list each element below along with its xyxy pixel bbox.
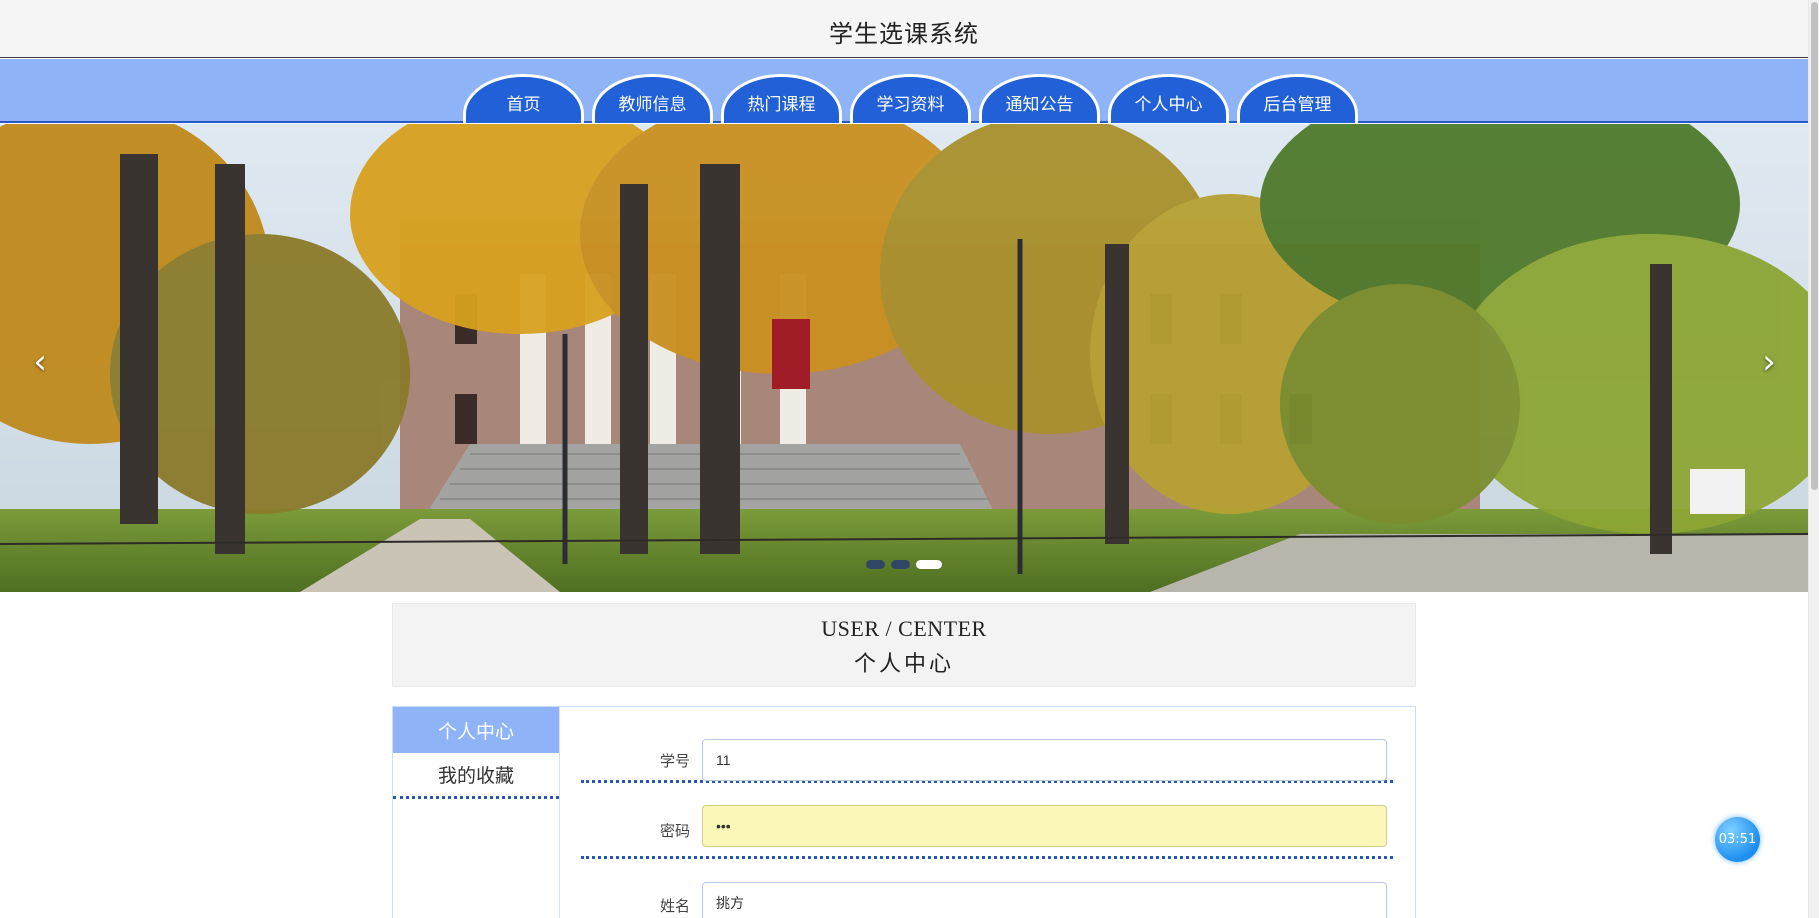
section-title-en: USER / CENTER	[821, 616, 987, 641]
password-input[interactable]	[702, 805, 1387, 847]
page-scrollbar[interactable]	[1808, 0, 1819, 918]
side-menu-item-favorites[interactable]: 我的收藏	[393, 753, 559, 799]
student-id-label: 学号	[659, 752, 690, 770]
side-menu-item-user-center[interactable]: 个人中心	[393, 707, 559, 753]
profile-form: 学号 密码 姓名	[581, 707, 1393, 918]
nav-tab-home[interactable]: 首页	[463, 74, 584, 123]
scrollbar-thumb[interactable]	[1811, 2, 1818, 490]
banner-image	[0, 124, 1808, 592]
section-title-cn: 个人中心	[853, 651, 954, 676]
form-row-student-id: 学号	[581, 707, 1393, 783]
user-center-panel: 个人中心 我的收藏 学号 密码 姓名	[392, 706, 1416, 918]
form-row-name: 姓名	[581, 859, 1393, 918]
timer-badge[interactable]: 03:51	[1715, 817, 1760, 862]
carousel-prev-button[interactable]: ‹	[20, 342, 60, 382]
carousel-next-button[interactable]: ›	[1749, 342, 1789, 382]
title-bar: 学生选课系统	[0, 0, 1808, 58]
carousel-dot-active[interactable]	[916, 560, 942, 569]
nav-tab-teachers[interactable]: 教师信息	[592, 74, 713, 123]
nav-tab-user-center[interactable]: 个人中心	[1108, 74, 1229, 123]
nav-tab-admin[interactable]: 后台管理	[1237, 74, 1358, 123]
nav-tab-notices[interactable]: 通知公告	[979, 74, 1100, 123]
name-input[interactable]	[702, 882, 1387, 918]
page: 学生选课系统 首页 教师信息 热门课程 学习资料 通知公告 个人中心 后台管理	[0, 0, 1808, 918]
password-label: 密码	[659, 822, 690, 840]
carousel-dot[interactable]	[866, 560, 885, 569]
site-title: 学生选课系统	[829, 20, 979, 48]
carousel-indicators	[866, 560, 942, 569]
chevron-left-icon: ‹	[33, 342, 47, 382]
section-heading: USER / CENTER 个人中心	[392, 603, 1416, 687]
nav-tabs: 首页 教师信息 热门课程 学习资料 通知公告 个人中心 后台管理	[463, 74, 1358, 123]
main-nav: 首页 教师信息 热门课程 学习资料 通知公告 个人中心 后台管理	[0, 59, 1808, 123]
chevron-right-icon: ›	[1762, 342, 1776, 382]
banner-carousel: ‹ ›	[0, 124, 1808, 592]
nav-tab-popular-courses[interactable]: 热门课程	[721, 74, 842, 123]
nav-tab-study-materials[interactable]: 学习资料	[850, 74, 971, 123]
side-menu: 个人中心 我的收藏	[393, 707, 560, 918]
student-id-input[interactable]	[702, 739, 1387, 781]
form-row-password: 密码	[581, 783, 1393, 859]
name-label: 姓名	[659, 897, 690, 915]
carousel-dot[interactable]	[891, 560, 910, 569]
